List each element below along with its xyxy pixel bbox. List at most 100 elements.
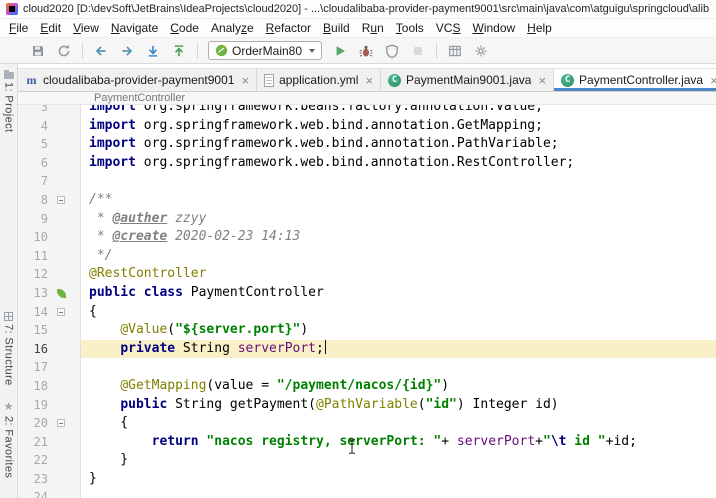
debug-button[interactable] bbox=[354, 40, 378, 62]
menu-help[interactable]: Help bbox=[521, 20, 558, 36]
code-line-9[interactable]: 9 * @auther zzyy bbox=[18, 210, 716, 229]
code-line-11[interactable]: 11 */ bbox=[18, 247, 716, 266]
code-line-16[interactable]: 16 private String serverPort; bbox=[18, 339, 716, 359]
close-icon[interactable]: × bbox=[365, 74, 373, 87]
tab-PaymentMain9001.java[interactable]: C PaymentMain9001.java × bbox=[381, 69, 555, 91]
fold-marker-icon[interactable] bbox=[57, 419, 65, 428]
tool-window-button--structure[interactable]: 7: Structure bbox=[3, 312, 15, 386]
code-line-10[interactable]: 10 * @create 2020-02-23 14:13 bbox=[18, 228, 716, 247]
code-line-21[interactable]: 21 return "nacos registry, serverPort: "… bbox=[18, 433, 716, 452]
stop-button[interactable] bbox=[406, 40, 430, 62]
code-line-15[interactable]: 15 @Value("${server.port}") bbox=[18, 321, 716, 340]
line-number: 8 bbox=[40, 192, 48, 207]
breadcrumb-item[interactable]: PaymentController bbox=[94, 92, 185, 104]
run-with-coverage-button[interactable] bbox=[380, 40, 404, 62]
commit-button[interactable] bbox=[167, 40, 191, 62]
structure-icon bbox=[4, 312, 13, 322]
editor-column: m cloudalibaba-provider-payment9001 × appli… bbox=[18, 64, 716, 498]
code-text: @Value("${server.port}") bbox=[120, 322, 309, 338]
sync-icon bbox=[58, 44, 70, 56]
gutter: 14 bbox=[18, 303, 81, 322]
forward-arrow-icon bbox=[122, 45, 133, 56]
line-number: 11 bbox=[33, 248, 48, 263]
code-line-23[interactable]: 23} bbox=[18, 470, 716, 489]
project-structure-button[interactable] bbox=[443, 40, 467, 62]
code-line-7[interactable]: 7 bbox=[18, 172, 716, 191]
code-line-3[interactable]: 3 import org.springframework.beans.factor… bbox=[18, 105, 716, 117]
mouse-ibeam-cursor bbox=[348, 438, 356, 455]
code-text: { bbox=[89, 303, 97, 319]
run-configuration-select[interactable]: OrderMain80 bbox=[208, 41, 323, 60]
gutter: 19 bbox=[18, 396, 81, 415]
spring-bean-icon[interactable] bbox=[56, 288, 66, 298]
maven-module-icon: m bbox=[26, 72, 37, 87]
line-number: 15 bbox=[33, 323, 48, 338]
tab-label: PaymentMain9001.java bbox=[406, 73, 532, 87]
tool-window-button--project[interactable]: 1: Project bbox=[3, 69, 15, 132]
tab-application.yml[interactable]: application.yml × bbox=[257, 69, 382, 91]
close-icon[interactable]: × bbox=[710, 74, 716, 87]
text-caret bbox=[324, 339, 327, 354]
menu-edit[interactable]: Edit bbox=[34, 20, 67, 36]
favorites-star-icon: ★ bbox=[3, 400, 14, 413]
menu-vcs[interactable]: VCS bbox=[430, 20, 467, 36]
gutter: 6 bbox=[18, 154, 81, 173]
main-toolbar: OrderMain80 bbox=[0, 38, 716, 64]
update-project-button[interactable] bbox=[141, 40, 165, 62]
run-button[interactable] bbox=[328, 40, 352, 62]
menu-window[interactable]: Window bbox=[466, 20, 521, 36]
code-line-14[interactable]: 14 { bbox=[18, 303, 716, 322]
code-line-22[interactable]: 22 } bbox=[18, 451, 716, 470]
code-line-4[interactable]: 4 import org.springframework.web.bind.ann… bbox=[18, 117, 716, 136]
coverage-shield-icon bbox=[386, 43, 398, 58]
menu-analyze[interactable]: Analyze bbox=[205, 20, 260, 36]
tool-window-button--favorites[interactable]: ★ 2: Favorites bbox=[2, 400, 15, 478]
back-arrow-icon bbox=[95, 45, 106, 56]
code-text: */ bbox=[89, 247, 113, 263]
code-line-19[interactable]: 19 public String getPayment(@PathVariabl… bbox=[18, 396, 716, 415]
tab-label: application.yml bbox=[279, 73, 359, 87]
code-text: private String serverPort; bbox=[81, 339, 716, 359]
sync-button[interactable] bbox=[52, 40, 76, 62]
tab-cloudalibaba-provider-payment9001[interactable]: m cloudalibaba-provider-payment9001 × bbox=[18, 69, 258, 91]
line-number: 19 bbox=[33, 397, 48, 412]
menu-file[interactable]: File bbox=[3, 20, 34, 36]
menu-code[interactable]: Code bbox=[164, 20, 205, 36]
back-button[interactable] bbox=[89, 40, 113, 62]
gutter-markers bbox=[48, 307, 74, 316]
close-icon[interactable]: × bbox=[241, 74, 249, 87]
gutter-markers bbox=[48, 288, 74, 298]
tab-PaymentController.java[interactable]: C PaymentController.java × bbox=[554, 69, 716, 91]
settings-button[interactable] bbox=[469, 40, 493, 62]
code-line-17[interactable]: 17 bbox=[18, 358, 716, 377]
gutter: 13 bbox=[18, 284, 81, 303]
gutter: 21 bbox=[18, 433, 81, 452]
save-all-button[interactable] bbox=[26, 40, 50, 62]
menu-run[interactable]: Run bbox=[356, 20, 390, 36]
gutter: 7 bbox=[18, 172, 81, 191]
menu-view[interactable]: View bbox=[67, 20, 105, 36]
code-line-20[interactable]: 20 { bbox=[18, 414, 716, 433]
code-line-12[interactable]: 12 @RestController bbox=[18, 265, 716, 284]
gutter: 10 bbox=[18, 228, 81, 247]
fold-marker-icon[interactable] bbox=[57, 307, 65, 316]
line-number: 10 bbox=[33, 230, 48, 245]
code-line-13[interactable]: 13 public class PaymentController bbox=[18, 284, 716, 303]
code-line-24[interactable]: 24 bbox=[18, 488, 716, 498]
fold-marker-icon[interactable] bbox=[57, 196, 65, 205]
code-line-5[interactable]: 5 import org.springframework.web.bind.ann… bbox=[18, 135, 716, 154]
close-icon[interactable]: × bbox=[538, 74, 546, 87]
menu-build[interactable]: Build bbox=[317, 20, 356, 36]
menu-navigate[interactable]: Navigate bbox=[105, 20, 164, 36]
editor[interactable]: 3 import org.springframework.beans.factor… bbox=[18, 105, 716, 498]
code-line-6[interactable]: 6 import org.springframework.web.bind.ann… bbox=[18, 154, 716, 173]
menu-tools[interactable]: Tools bbox=[390, 20, 430, 36]
menu-refactor[interactable]: Refactor bbox=[260, 20, 317, 36]
code-text: import org.springframework.web.bind.anno… bbox=[89, 136, 559, 152]
tool-window-label: 2: Favorites bbox=[2, 415, 15, 478]
code-line-8[interactable]: 8 /** bbox=[18, 191, 716, 210]
forward-button[interactable] bbox=[115, 40, 139, 62]
run-play-icon bbox=[336, 45, 346, 56]
code-line-18[interactable]: 18 @GetMapping(value = "/payment/nacos/{… bbox=[18, 377, 716, 396]
